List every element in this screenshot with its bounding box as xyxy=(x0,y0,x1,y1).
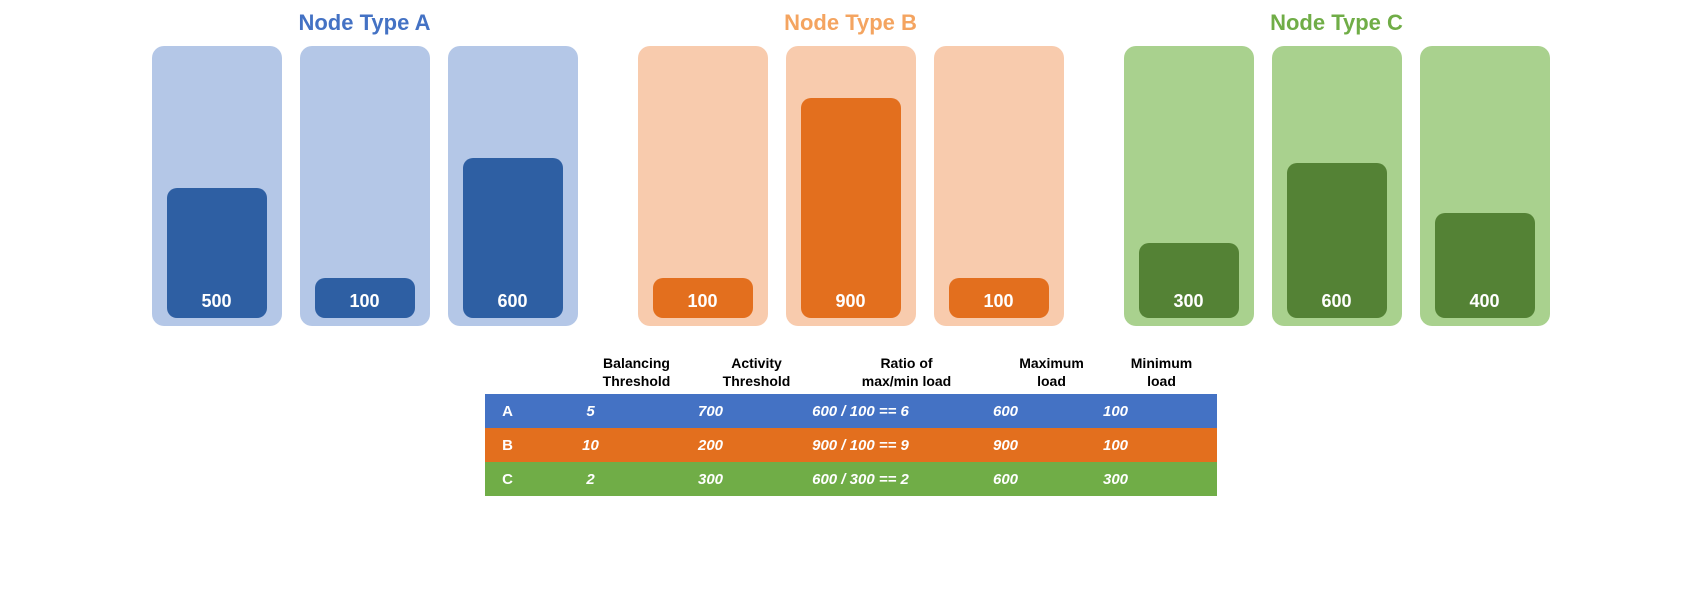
bar-inner-b-2: 100 xyxy=(949,278,1049,318)
cell-a-0: A xyxy=(485,394,531,428)
bar-inner-c-1: 600 xyxy=(1287,163,1387,318)
cell-b-5: 100 xyxy=(1061,428,1171,462)
table-body: A5700600 / 100 == 6600100B10200900 / 100… xyxy=(485,394,1217,496)
bar-b-1: 900 xyxy=(786,46,916,326)
cell-a-3: 600 / 100 == 6 xyxy=(771,394,951,428)
header-balancing: BalancingThreshold xyxy=(577,354,697,390)
bar-outer-a-0: 500 xyxy=(152,46,282,326)
table-container: BalancingThreshold ActivityThreshold Rat… xyxy=(485,354,1217,496)
node-type-title-c: Node Type C xyxy=(1270,10,1403,36)
bar-outer-c-1: 600 xyxy=(1272,46,1402,326)
main-container: Node Type A500100600Node Type B100900100… xyxy=(0,0,1701,607)
bar-a-0: 500 xyxy=(152,46,282,326)
bar-label-a-0: 500 xyxy=(201,292,231,310)
cell-b-4: 900 xyxy=(951,428,1061,462)
bars-row-a: 500 100 600 xyxy=(152,46,578,326)
header-letter xyxy=(531,354,577,390)
bar-outer-c-2: 400 xyxy=(1420,46,1550,326)
bar-outer-b-1: 900 xyxy=(786,46,916,326)
bar-label-c-0: 300 xyxy=(1173,292,1203,310)
bar-inner-a-2: 600 xyxy=(463,158,563,318)
table-row-c: C2300600 / 300 == 2600300 xyxy=(485,462,1217,496)
bar-label-c-1: 600 xyxy=(1321,292,1351,310)
bar-inner-b-0: 100 xyxy=(653,278,753,318)
cell-c-5: 300 xyxy=(1061,462,1171,496)
chart-section: Node Type A500100600Node Type B100900100… xyxy=(0,10,1701,326)
bar-inner-a-0: 500 xyxy=(167,188,267,318)
header-minload: Minimumload xyxy=(1107,354,1217,390)
table-headers: BalancingThreshold ActivityThreshold Rat… xyxy=(531,354,1217,390)
node-group-a: Node Type A 500 100 600 xyxy=(152,10,578,326)
cell-a-5: 100 xyxy=(1061,394,1171,428)
node-type-title-a: Node Type A xyxy=(298,10,430,36)
bar-label-b-0: 100 xyxy=(687,292,717,310)
bar-label-b-2: 100 xyxy=(983,292,1013,310)
node-type-title-b: Node Type B xyxy=(784,10,917,36)
bar-b-2: 100 xyxy=(934,46,1064,326)
header-activity: ActivityThreshold xyxy=(697,354,817,390)
bar-outer-a-2: 600 xyxy=(448,46,578,326)
cell-c-3: 600 / 300 == 2 xyxy=(771,462,951,496)
bar-b-0: 100 xyxy=(638,46,768,326)
bar-c-2: 400 xyxy=(1420,46,1550,326)
node-group-c: Node Type C 300 600 400 xyxy=(1124,10,1550,326)
cell-b-2: 200 xyxy=(651,428,771,462)
cell-b-0: B xyxy=(485,428,531,462)
bar-a-2: 600 xyxy=(448,46,578,326)
cell-c-1: 2 xyxy=(531,462,651,496)
bars-row-b: 100 900 100 xyxy=(638,46,1064,326)
bar-a-1: 100 xyxy=(300,46,430,326)
cell-c-4: 600 xyxy=(951,462,1061,496)
header-maxload: Maximumload xyxy=(997,354,1107,390)
node-groups: Node Type A500100600Node Type B100900100… xyxy=(0,10,1701,326)
cell-b-1: 10 xyxy=(531,428,651,462)
cell-c-0: C xyxy=(485,462,531,496)
table-section: BalancingThreshold ActivityThreshold Rat… xyxy=(0,354,1701,496)
bar-label-a-2: 600 xyxy=(497,292,527,310)
bar-c-0: 300 xyxy=(1124,46,1254,326)
header-ratio: Ratio ofmax/min load xyxy=(817,354,997,390)
cell-a-2: 700 xyxy=(651,394,771,428)
bar-outer-b-2: 100 xyxy=(934,46,1064,326)
bar-inner-c-0: 300 xyxy=(1139,243,1239,318)
bar-label-a-1: 100 xyxy=(349,292,379,310)
cell-c-2: 300 xyxy=(651,462,771,496)
bar-inner-c-2: 400 xyxy=(1435,213,1535,318)
table-row-a: A5700600 / 100 == 6600100 xyxy=(485,394,1217,428)
table-row-b: B10200900 / 100 == 9900100 xyxy=(485,428,1217,462)
cell-a-4: 600 xyxy=(951,394,1061,428)
bar-label-b-1: 900 xyxy=(835,292,865,310)
node-group-b: Node Type B 100 900 100 xyxy=(638,10,1064,326)
bar-outer-b-0: 100 xyxy=(638,46,768,326)
bars-row-c: 300 600 400 xyxy=(1124,46,1550,326)
bar-inner-a-1: 100 xyxy=(315,278,415,318)
cell-a-1: 5 xyxy=(531,394,651,428)
bar-inner-b-1: 900 xyxy=(801,98,901,318)
bar-label-c-2: 400 xyxy=(1469,292,1499,310)
bar-outer-c-0: 300 xyxy=(1124,46,1254,326)
cell-b-3: 900 / 100 == 9 xyxy=(771,428,951,462)
bar-outer-a-1: 100 xyxy=(300,46,430,326)
bar-c-1: 600 xyxy=(1272,46,1402,326)
